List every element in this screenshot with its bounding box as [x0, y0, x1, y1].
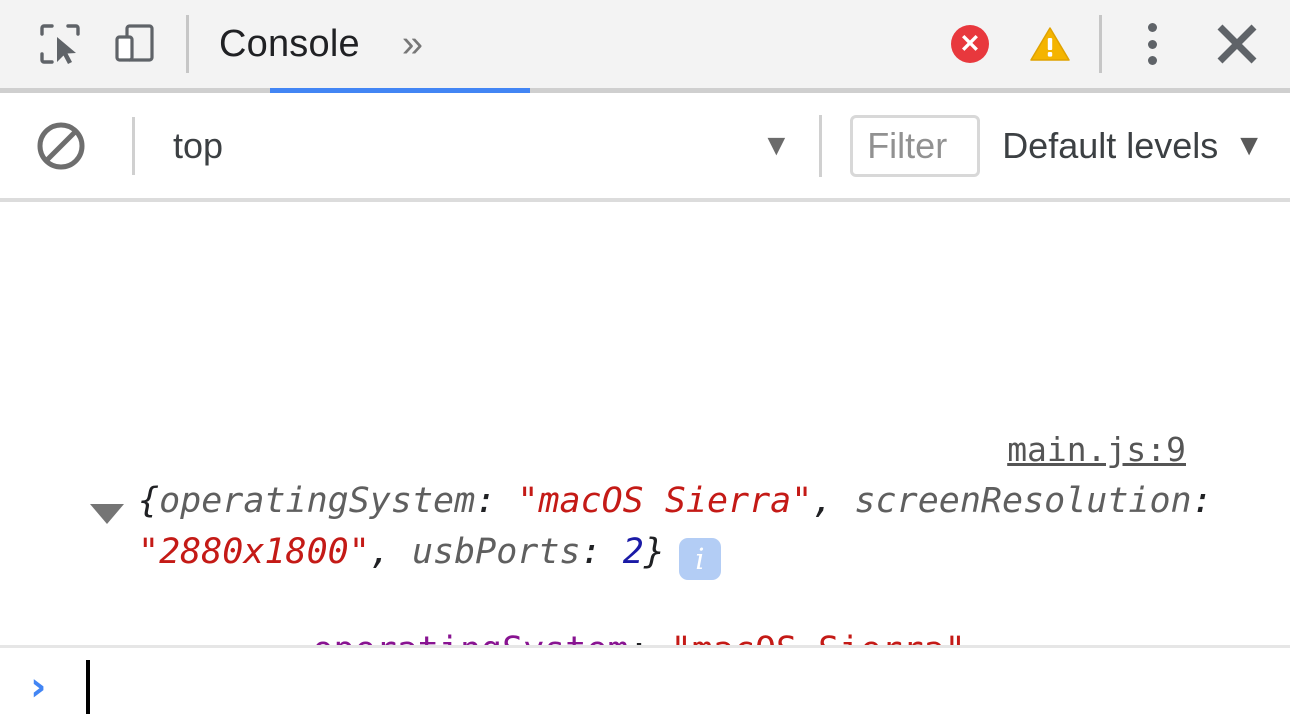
context-chevron-down-icon[interactable]: ▼	[761, 131, 791, 161]
tab-console[interactable]: Console	[213, 23, 366, 66]
filter-input-placeholder: Filter	[867, 125, 947, 167]
preview-value-2: 2	[623, 532, 644, 572]
levels-chevron-down-icon[interactable]: ▼	[1234, 131, 1264, 161]
info-badge-icon[interactable]: i	[679, 538, 721, 580]
expand-triangle-down-icon[interactable]	[90, 504, 124, 524]
object-preview-text[interactable]: {operatingSystem: "macOS Sierra", screen…	[138, 476, 1290, 580]
preview-value-0: "macOS Sierra"	[517, 481, 812, 521]
warning-triangle-icon[interactable]	[1029, 25, 1071, 63]
console-prompt-row[interactable]: ›	[0, 648, 1290, 726]
close-icon[interactable]	[1210, 17, 1264, 71]
preview-key-0: operatingSystem	[159, 481, 475, 521]
prompt-chevron-icon: ›	[30, 667, 46, 707]
toolbar-divider-2	[1099, 15, 1102, 73]
source-location-link[interactable]: main.js:9	[1007, 430, 1186, 469]
property-name[interactable]: operatingSystem	[312, 630, 628, 648]
devtools-console-panel: Console » ✕	[0, 0, 1290, 726]
log-levels-selector[interactable]: Default levels	[1002, 125, 1218, 167]
console-output-area: main.js:9 {operatingSystem: "macOS Sierr…	[0, 202, 1290, 648]
inspect-element-icon[interactable]	[30, 14, 90, 74]
property-colon: :	[629, 630, 671, 648]
toolbar-divider	[186, 15, 189, 73]
more-tabs-icon[interactable]: »	[402, 25, 423, 63]
console-message-object: {operatingSystem: "macOS Sierra", screen…	[90, 476, 1290, 580]
preview-value-1: "2880x1800"	[138, 532, 370, 572]
devtools-toolbar: Console » ✕	[0, 0, 1290, 93]
prompt-text-caret	[86, 660, 90, 714]
error-circle-icon[interactable]: ✕	[951, 25, 989, 63]
object-property-row: operatingSystem: "macOS Sierra"	[186, 590, 966, 648]
filter-divider-2	[819, 115, 822, 177]
filter-input[interactable]: Filter	[850, 115, 980, 177]
console-filter-bar: top ▼ Filter Default levels ▼	[0, 93, 1290, 202]
execution-context-selector[interactable]: top	[173, 125, 223, 167]
preview-key-2: usbPorts	[412, 532, 581, 572]
kebab-menu-icon[interactable]	[1130, 19, 1174, 69]
device-toolbar-icon[interactable]	[104, 14, 164, 74]
clear-console-icon[interactable]	[32, 117, 90, 175]
filter-divider	[132, 117, 135, 175]
active-tab-underline	[270, 88, 530, 93]
preview-key-1: screenResolution	[854, 481, 1191, 521]
property-value[interactable]: "macOS Sierra"	[671, 630, 966, 648]
